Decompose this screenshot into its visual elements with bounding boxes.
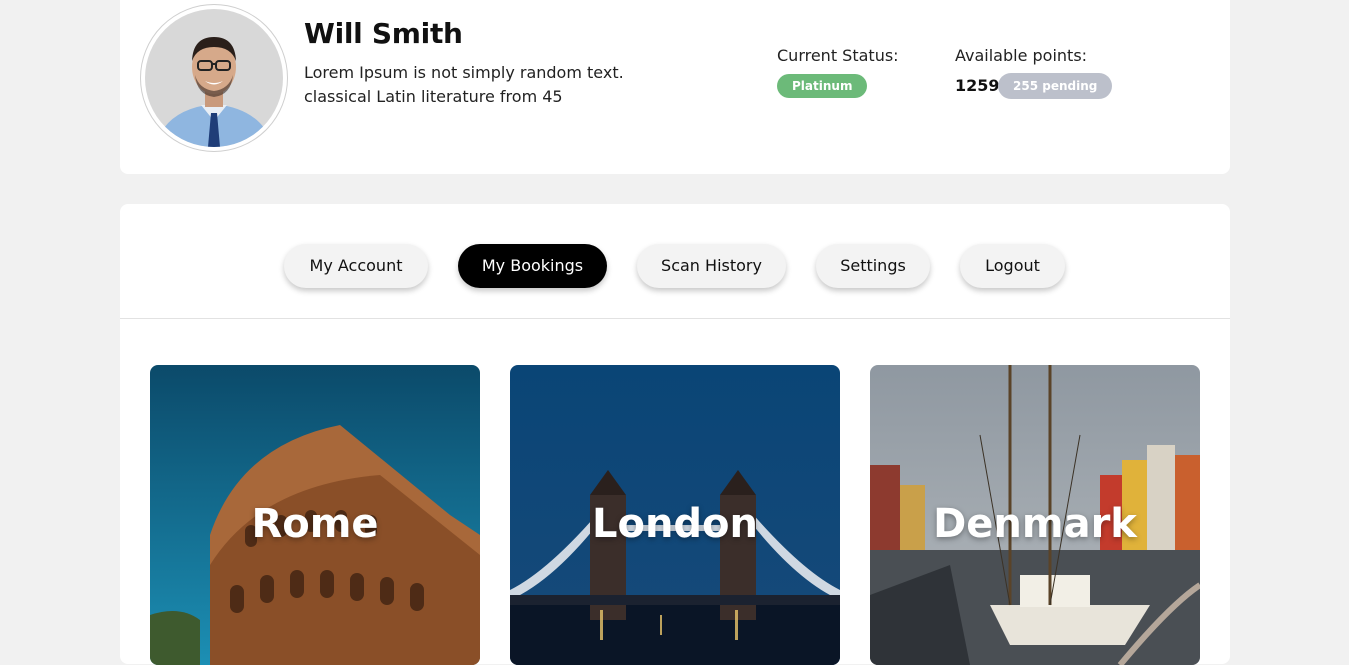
tab-my-account[interactable]: My Account	[284, 244, 428, 288]
user-bio: Lorem Ipsum is not simply random text. c…	[304, 61, 624, 109]
bio-line-1: Lorem Ipsum is not simply random text.	[304, 63, 624, 82]
avatar-photo	[145, 9, 283, 147]
avatar[interactable]	[140, 4, 288, 152]
user-name: Will Smith	[304, 17, 463, 50]
destination-title-london: London	[591, 501, 759, 547]
points-value: 1259	[955, 76, 1000, 95]
pending-points-badge: 255 pending	[998, 73, 1113, 99]
points-label: Available points:	[955, 46, 1088, 65]
tab-scan-history[interactable]: Scan History	[637, 244, 786, 288]
destination-card-london[interactable]: London	[510, 365, 840, 665]
status-label: Current Status:	[777, 46, 899, 65]
tab-settings[interactable]: Settings	[816, 244, 930, 288]
destination-title-denmark: Denmark	[933, 501, 1137, 547]
destination-card-denmark[interactable]: Denmark	[870, 365, 1200, 665]
bio-line-2: classical Latin literature from 45	[304, 87, 563, 106]
tab-logout[interactable]: Logout	[960, 244, 1065, 288]
tabs-divider	[120, 318, 1230, 319]
tab-my-bookings[interactable]: My Bookings	[458, 244, 607, 288]
destination-title-rome: Rome	[251, 501, 379, 547]
destination-card-rome[interactable]: Rome	[150, 365, 480, 665]
profile-card: Will Smith Lorem Ipsum is not simply ran…	[120, 0, 1230, 174]
status-badge: Platinum	[777, 74, 868, 98]
bookings-panel: My Account My Bookings Scan History Sett…	[120, 204, 1230, 665]
